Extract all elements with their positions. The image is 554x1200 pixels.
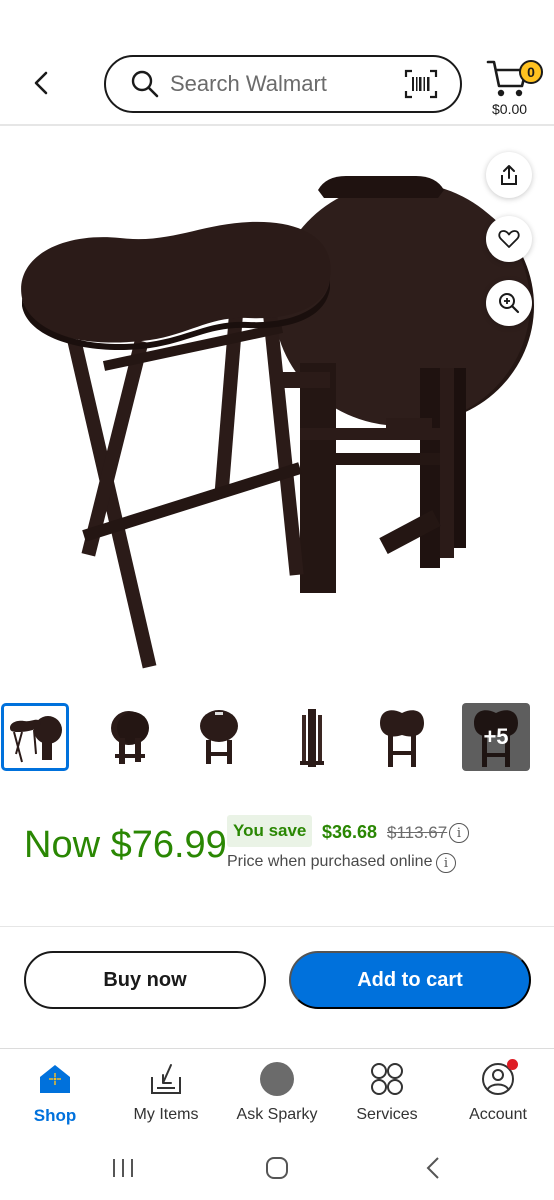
more-images-count: +5	[483, 724, 509, 749]
nav-label: Services	[356, 1106, 418, 1123]
current-price: Now $76.99	[24, 824, 227, 866]
nav-label: My Items	[133, 1106, 199, 1123]
buy-now-button[interactable]: Buy now	[24, 951, 266, 1009]
nav-item-ask-sparky[interactable]: Ask Sparky	[227, 1061, 327, 1131]
thumbnail-more[interactable]: +5	[462, 703, 530, 771]
nav-item-my-items[interactable]: My Items	[116, 1061, 216, 1131]
recent-apps-button[interactable]	[108, 1154, 138, 1182]
top-app-bar: 0 $0.00	[0, 0, 554, 126]
share-icon	[501, 165, 517, 185]
chevron-left-icon	[34, 71, 48, 95]
thumbnail-2[interactable]	[94, 703, 162, 771]
services-icon	[369, 1061, 405, 1097]
nav-label: Shop	[33, 1106, 77, 1125]
info-icon[interactable]: i	[436, 853, 456, 873]
nav-item-shop[interactable]: Shop	[5, 1061, 105, 1131]
save-amount: $36.68	[322, 822, 378, 842]
system-back-button[interactable]	[418, 1154, 448, 1182]
recent-apps-icon	[113, 1159, 133, 1177]
was-price: $113.67	[387, 823, 448, 842]
account-icon	[480, 1059, 518, 1097]
zoom-in-icon	[499, 293, 520, 314]
search-icon	[130, 69, 160, 99]
info-icon[interactable]: i	[449, 823, 469, 843]
thumbnail-strip: +5	[0, 703, 554, 773]
zoom-button[interactable]	[486, 280, 532, 326]
search-input[interactable]	[170, 71, 400, 97]
nav-label: Account	[469, 1106, 527, 1123]
thumbnail-3[interactable]	[185, 703, 253, 771]
heart-icon	[498, 230, 520, 248]
cart-total: $0.00	[492, 101, 528, 117]
barcode-scan-icon[interactable]	[404, 69, 438, 99]
share-button[interactable]	[486, 152, 532, 198]
back-button[interactable]	[26, 66, 56, 100]
product-photo-tv-tray-set	[21, 176, 534, 669]
divider	[0, 926, 554, 927]
add-to-cart-button[interactable]: Add to cart	[289, 951, 531, 1009]
shop-icon	[37, 1061, 73, 1097]
cart-button[interactable]: 0 $0.00	[486, 56, 546, 120]
back-arrow-icon	[426, 1157, 439, 1179]
my-items-icon	[148, 1061, 184, 1097]
thumbnail-1[interactable]	[1, 703, 69, 771]
nav-item-account[interactable]: Account	[448, 1059, 548, 1131]
price-note: Price when purchased online	[227, 853, 433, 870]
thumbnail-4[interactable]	[278, 703, 346, 771]
notification-dot	[507, 1059, 518, 1070]
home-icon	[266, 1157, 288, 1179]
nav-item-services[interactable]: Services	[337, 1061, 437, 1131]
system-navigation-bar	[0, 1140, 554, 1200]
sparky-icon	[259, 1061, 295, 1097]
nav-label: Ask Sparky	[236, 1106, 318, 1123]
cart-count-badge: 0	[519, 60, 543, 84]
home-button[interactable]	[262, 1154, 292, 1182]
bottom-navigation: Shop My Items Ask Sparky Services Accoun…	[0, 1048, 554, 1138]
product-image[interactable]	[0, 128, 554, 694]
favorite-button[interactable]	[486, 216, 532, 262]
you-save-badge: You save	[227, 815, 313, 847]
thumbnail-5[interactable]	[368, 703, 436, 771]
search-bar[interactable]	[104, 55, 462, 113]
